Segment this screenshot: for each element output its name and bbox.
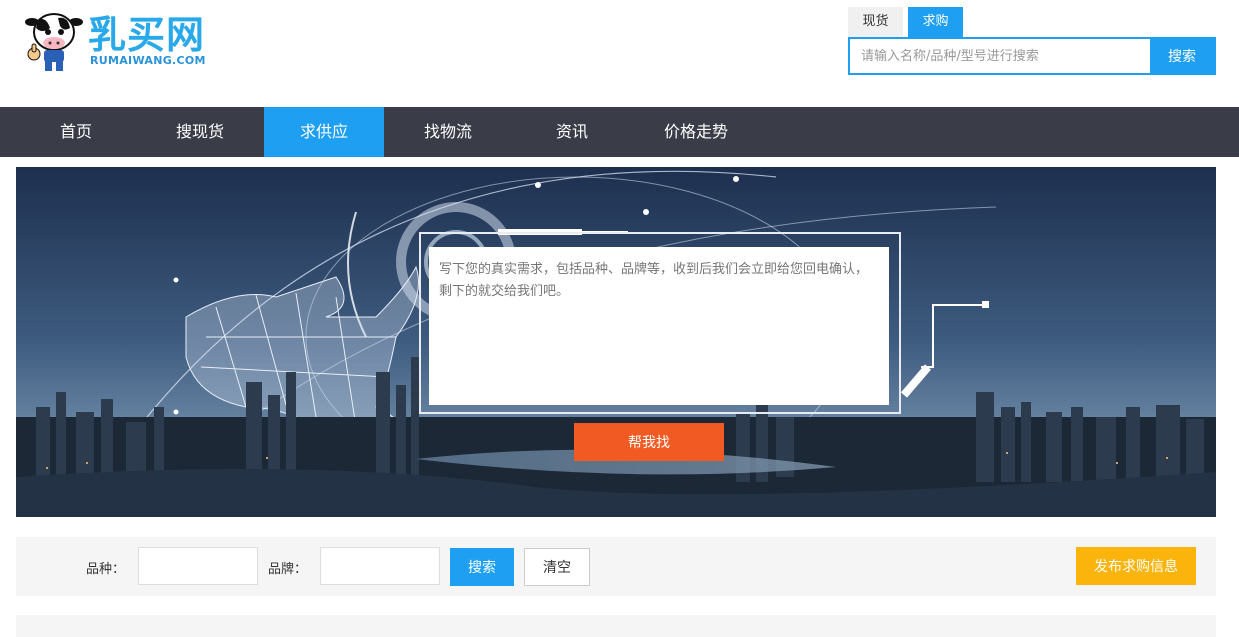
cow-mascot-icon	[25, 13, 83, 71]
site-logo[interactable]: 乳买网 RUMAIWANG.COM	[24, 8, 214, 74]
nav-item-news[interactable]: 资讯	[512, 107, 632, 157]
logo-text-en: RUMAIWANG.COM	[90, 54, 206, 67]
help-me-find-button[interactable]: 帮我找	[574, 423, 724, 461]
search-button[interactable]: 搜索	[1150, 39, 1214, 73]
request-textarea[interactable]	[429, 247, 889, 405]
nav-item-spot[interactable]: 搜现货	[136, 107, 264, 157]
brand-label: 品牌：	[268, 562, 308, 577]
filter-bar: 品种： 品牌： 搜索 清空 发布求购信息	[16, 537, 1216, 596]
nav-item-logistics[interactable]: 找物流	[384, 107, 512, 157]
search-tab-purchase[interactable]: 求购	[908, 7, 963, 37]
request-box	[429, 247, 889, 405]
search-box: 搜索	[848, 37, 1216, 75]
content-area-top	[16, 615, 1216, 637]
publish-request-button[interactable]: 发布求购信息	[1076, 547, 1196, 585]
variety-input[interactable]	[138, 547, 258, 585]
search-input[interactable]	[850, 39, 1150, 73]
filter-clear-button[interactable]: 清空	[524, 548, 590, 586]
search-tabs: 现货 求购	[848, 7, 968, 37]
logo-text-cn: 乳买网	[88, 13, 206, 57]
nav-item-supply[interactable]: 求供应	[264, 107, 384, 157]
nav-item-price-trend[interactable]: 价格走势	[632, 107, 760, 157]
main-nav: 首页 搜现货 求供应 找物流 资讯 价格走势	[0, 107, 1239, 157]
hero-banner: 帮我找	[16, 167, 1216, 517]
variety-label: 品种：	[86, 562, 126, 577]
brand-input[interactable]	[320, 547, 440, 585]
nav-item-home[interactable]: 首页	[16, 107, 136, 157]
search-tab-spot[interactable]: 现货	[848, 7, 903, 37]
filter-search-button[interactable]: 搜索	[450, 548, 514, 586]
